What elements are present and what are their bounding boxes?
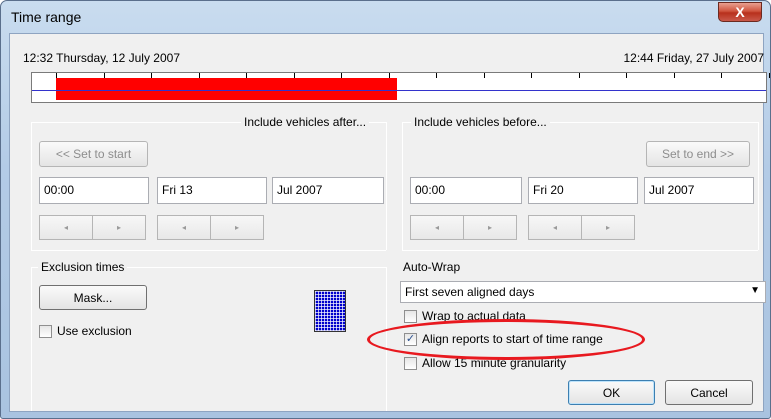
before-group-title: Include vehicles before... xyxy=(411,115,550,129)
left-arrow-icon: ◂ xyxy=(434,223,439,232)
right-arrow-icon: ▸ xyxy=(116,223,121,232)
before-day-field[interactable]: Fri 20 xyxy=(528,177,638,204)
title-bar[interactable]: Time range X xyxy=(1,1,770,33)
after-group-title: Include vehicles after... xyxy=(241,115,370,129)
timeline-tick xyxy=(151,73,152,78)
mask-button[interactable]: Mask... xyxy=(39,285,147,310)
selected-range-bar[interactable] xyxy=(56,78,397,100)
after-day-spinner: ◂ ▸ xyxy=(157,215,264,240)
time-range-dialog: Time range X 12:32 Thursday, 12 July 200… xyxy=(0,0,771,419)
close-icon: X xyxy=(735,4,745,20)
timeline-tick xyxy=(246,73,247,78)
use-exclusion-label: Use exclusion xyxy=(57,324,132,338)
close-button[interactable]: X xyxy=(718,2,762,22)
exclusion-group-border-left xyxy=(31,267,32,411)
checkbox-box[interactable] xyxy=(404,309,417,323)
after-time-field[interactable]: 00:00 xyxy=(39,177,149,204)
checkbox-box[interactable] xyxy=(404,356,417,370)
window-title: Time range xyxy=(11,9,82,25)
timeline-tick xyxy=(293,73,295,78)
set-to-start-button[interactable]: << Set to start xyxy=(39,141,148,167)
autowrap-title: Auto-Wrap xyxy=(403,260,461,274)
timeline-tick xyxy=(578,73,580,78)
timeline-tick xyxy=(531,73,532,78)
timeline-baseline xyxy=(32,90,766,91)
chevron-down-icon[interactable]: ▼ xyxy=(750,285,760,296)
timeline-bar[interactable] xyxy=(31,72,770,103)
left-arrow-icon: ◂ xyxy=(181,223,186,232)
after-day-prev-button[interactable]: ◂ xyxy=(157,215,211,240)
grid-calendar-icon xyxy=(314,290,346,332)
before-time-field[interactable]: 00:00 xyxy=(410,177,522,204)
timeline-tick xyxy=(198,73,200,78)
after-group-border-left xyxy=(31,122,32,250)
after-time-spinner: ◂ ▸ xyxy=(39,215,146,240)
timeline-tick xyxy=(341,73,342,78)
cancel-button[interactable]: Cancel xyxy=(665,380,753,405)
mask-button-label: Mask... xyxy=(73,290,113,305)
highlight-annotation-ellipse xyxy=(367,319,645,360)
timeline-end-label: 12:44 Friday, 27 July 2007 xyxy=(623,51,764,65)
checkbox-box[interactable] xyxy=(39,324,52,338)
after-day-field[interactable]: Fri 13 xyxy=(157,177,267,204)
after-time-next-button[interactable]: ▸ xyxy=(93,215,146,240)
timeline-tick xyxy=(388,73,390,78)
after-day-next-button[interactable]: ▸ xyxy=(211,215,264,240)
use-exclusion-checkbox[interactable]: Use exclusion xyxy=(39,324,132,338)
ok-button-label: OK xyxy=(602,385,621,400)
exclusion-group-title: Exclusion times xyxy=(38,260,128,274)
timeline-tick xyxy=(436,73,437,78)
timeline-tick xyxy=(483,73,485,78)
after-time-prev-button[interactable]: ◂ xyxy=(39,215,93,240)
right-arrow-icon: ▸ xyxy=(234,223,239,232)
left-arrow-icon: ◂ xyxy=(552,223,557,232)
timeline-tick xyxy=(103,73,105,78)
left-arrow-icon: ◂ xyxy=(63,223,68,232)
before-group-border-right xyxy=(758,122,759,250)
right-arrow-icon: ▸ xyxy=(487,223,492,232)
before-month-field[interactable]: Jul 2007 xyxy=(644,177,754,204)
set-to-start-label: << Set to start xyxy=(55,147,132,161)
timeline-start-label: 12:32 Thursday, 12 July 2007 xyxy=(23,51,180,65)
set-to-end-button[interactable]: Set to end >> xyxy=(646,141,750,167)
before-time-prev-button[interactable]: ◂ xyxy=(410,215,464,240)
cancel-button-label: Cancel xyxy=(690,385,728,400)
before-group-border-left xyxy=(402,122,403,250)
before-group-border-bottom xyxy=(402,250,758,251)
timeline-tick xyxy=(721,73,722,78)
autowrap-dropdown[interactable]: First seven aligned days ▼ xyxy=(400,281,766,303)
timeline-tick xyxy=(768,73,770,78)
before-time-next-button[interactable]: ▸ xyxy=(464,215,517,240)
after-month-field[interactable]: Jul 2007 xyxy=(272,177,384,204)
before-day-spinner: ◂ ▸ xyxy=(528,215,635,240)
before-day-prev-button[interactable]: ◂ xyxy=(528,215,582,240)
before-time-spinner: ◂ ▸ xyxy=(410,215,517,240)
after-group-border-right xyxy=(386,122,387,250)
autowrap-selected-value: First seven aligned days xyxy=(405,285,535,299)
set-to-end-label: Set to end >> xyxy=(661,147,735,161)
right-arrow-icon: ▸ xyxy=(605,223,610,232)
timeline-tick xyxy=(673,73,675,78)
after-group-border-bottom xyxy=(31,250,386,251)
before-day-next-button[interactable]: ▸ xyxy=(582,215,635,240)
timeline-tick xyxy=(626,73,627,78)
ok-button[interactable]: OK xyxy=(568,380,655,405)
timeline-tick xyxy=(56,73,57,78)
